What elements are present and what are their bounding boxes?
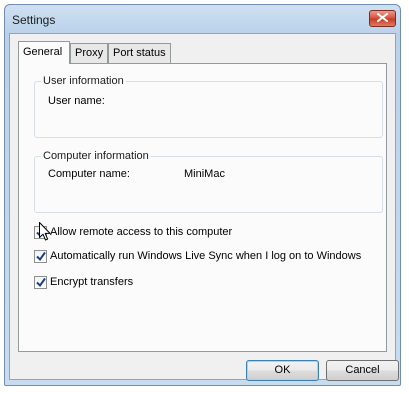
group-title: User information: [41, 75, 126, 87]
user-information-group: User information User name:: [34, 75, 383, 138]
checkbox-label: Allow remote access to this computer: [50, 226, 233, 238]
tab-label: Proxy: [75, 47, 104, 59]
checkbox-label: Automatically run Windows Live Sync when…: [50, 250, 362, 262]
tab-general[interactable]: General: [18, 41, 70, 64]
checkmark-icon: [36, 277, 46, 287]
checkmark-icon: [36, 251, 46, 261]
tab-label: General: [23, 46, 63, 58]
auto-run-live-sync-checkbox[interactable]: Automatically run Windows Live Sync when…: [34, 249, 361, 263]
checkbox-label: Encrypt transfers: [50, 276, 134, 288]
close-icon: [377, 12, 388, 25]
computer-name-value: MiniMac: [184, 168, 225, 180]
window-title: Settings: [12, 13, 56, 27]
settings-dialog: Settings General Proxy Port status User …: [4, 4, 401, 386]
mouse-pointer-icon: [39, 222, 51, 244]
tab-port-status[interactable]: Port status: [108, 43, 171, 63]
user-name-label: User name:: [48, 95, 105, 107]
encrypt-transfers-checkbox[interactable]: Encrypt transfers: [34, 275, 133, 289]
checkbox-box[interactable]: [34, 249, 47, 263]
computer-name-label: Computer name:: [48, 168, 130, 180]
allow-remote-access-checkbox[interactable]: Allow remote access to this computer: [34, 225, 232, 239]
dialog-body: General Proxy Port status User informati…: [9, 33, 399, 381]
tab-label: Port status: [113, 47, 166, 59]
computer-information-group: Computer information Computer name: Mini…: [34, 150, 383, 213]
cancel-button[interactable]: Cancel: [326, 360, 399, 381]
group-title: Computer information: [41, 150, 151, 162]
checkbox-box[interactable]: [34, 275, 47, 289]
close-button[interactable]: [369, 10, 396, 27]
ok-button[interactable]: OK: [246, 360, 319, 381]
general-tab-panel: User information User name: Computer inf…: [18, 63, 387, 352]
tab-proxy[interactable]: Proxy: [70, 43, 108, 63]
title-bar[interactable]: Settings: [5, 5, 400, 33]
